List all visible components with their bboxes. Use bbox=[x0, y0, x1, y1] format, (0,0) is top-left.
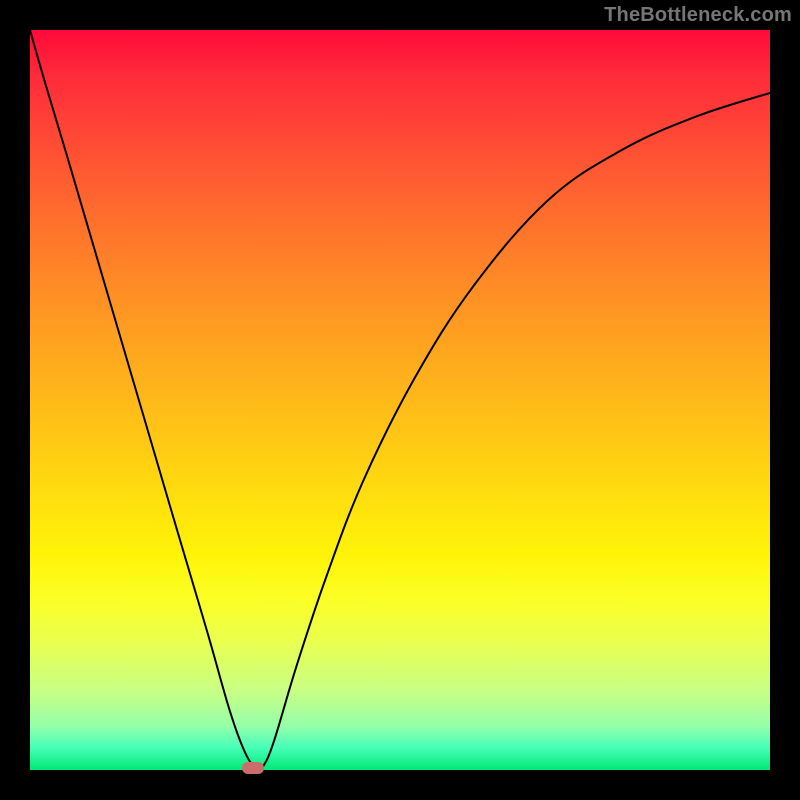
bottleneck-marker bbox=[242, 762, 264, 774]
watermark-text: TheBottleneck.com bbox=[604, 4, 792, 27]
chart-curve bbox=[30, 30, 770, 770]
plot-area bbox=[30, 30, 770, 770]
chart-frame: TheBottleneck.com bbox=[0, 0, 800, 800]
bottleneck-curve-path bbox=[30, 30, 770, 770]
